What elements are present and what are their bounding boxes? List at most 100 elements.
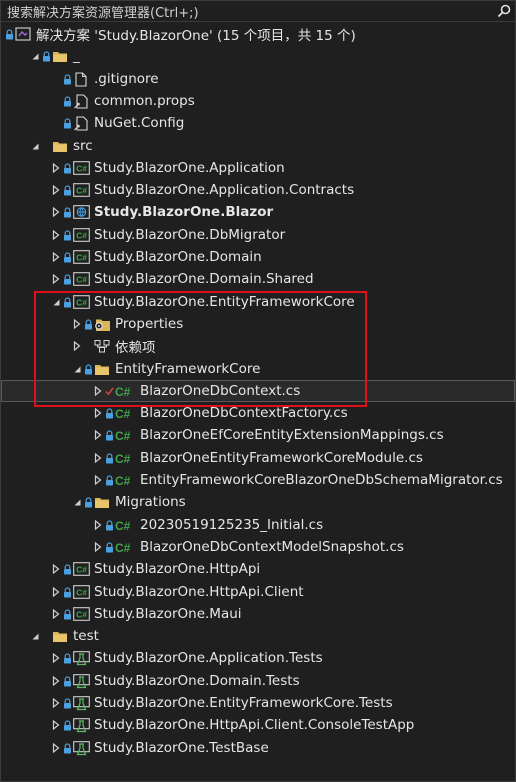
tree-item-label: Study.BlazorOne.Domain.Shared bbox=[94, 271, 314, 287]
tree-item[interactable]: Study.BlazorOne.Blazor bbox=[1, 201, 515, 223]
tree-item[interactable]: C# BlazorOneDbContext.cs bbox=[1, 380, 515, 402]
tree-item-label: Study.BlazorOne.EntityFrameworkCore bbox=[94, 294, 355, 310]
collapsed-chevron-icon[interactable] bbox=[91, 536, 105, 558]
tree-item[interactable]: C# BlazorOneDbContextModelSnapshot.cs bbox=[1, 536, 515, 558]
expanded-chevron-icon[interactable] bbox=[70, 491, 84, 513]
lock-icon bbox=[63, 273, 72, 285]
csharp-project-icon: C# bbox=[72, 558, 90, 580]
tree-item-label: Study.BlazorOne.EntityFrameworkCore.Test… bbox=[94, 695, 393, 711]
expanded-chevron-icon[interactable] bbox=[49, 291, 63, 313]
tree-item[interactable]: C# Study.BlazorOne.Domain.Shared bbox=[1, 268, 515, 290]
expanded-chevron-icon[interactable] bbox=[28, 625, 42, 647]
test-project-icon bbox=[72, 647, 90, 669]
tree-item[interactable]: C# Study.BlazorOne.Maui bbox=[1, 603, 515, 625]
tree-item-label: Study.BlazorOne.Application.Tests bbox=[94, 650, 323, 666]
lock-icon bbox=[63, 117, 72, 129]
tree-item[interactable]: C# BlazorOneEfCoreEntityExtensionMappings… bbox=[1, 424, 515, 446]
tree-item[interactable]: C# Study.BlazorOne.DbMigrator bbox=[1, 224, 515, 246]
lock-icon bbox=[105, 541, 114, 553]
expanded-chevron-icon[interactable] bbox=[28, 135, 42, 157]
tree-item[interactable]: C# Study.BlazorOne.HttpApi.Client bbox=[1, 581, 515, 603]
tree-item[interactable]: C# Study.BlazorOne.Domain bbox=[1, 246, 515, 268]
tree-item[interactable]: Study.BlazorOne.Domain.Tests bbox=[1, 670, 515, 692]
tree-item[interactable]: Study.BlazorOne.EntityFrameworkCore.Test… bbox=[1, 692, 515, 714]
tree-item[interactable]: common.props bbox=[1, 90, 515, 112]
tree-item[interactable]: C# BlazorOneDbContextFactory.cs bbox=[1, 402, 515, 424]
tree-item[interactable]: C# BlazorOneEntityFrameworkCoreModule.cs bbox=[1, 447, 515, 469]
tree-folder-node[interactable]: _ bbox=[1, 45, 515, 67]
tree-item[interactable]: C# Study.BlazorOne.Application bbox=[1, 157, 515, 179]
collapsed-chevron-icon[interactable] bbox=[91, 402, 105, 424]
tree-item[interactable]: C# Study.BlazorOne.EntityFrameworkCore bbox=[1, 291, 515, 313]
tree-item[interactable]: .gitignore bbox=[1, 68, 515, 90]
tree-item-label: _ bbox=[73, 48, 80, 64]
collapsed-chevron-icon[interactable] bbox=[49, 714, 63, 736]
solution-icon bbox=[14, 23, 32, 45]
tree-item-label: 20230519125235_Initial.cs bbox=[140, 517, 324, 533]
tree-item-label: BlazorOneEntityFrameworkCoreModule.cs bbox=[140, 450, 423, 466]
tree-item[interactable]: Study.BlazorOne.TestBase bbox=[1, 737, 515, 759]
csharp-project-icon: C# bbox=[72, 581, 90, 603]
collapsed-chevron-icon[interactable] bbox=[49, 692, 63, 714]
svg-text:C#: C# bbox=[76, 252, 87, 262]
collapsed-chevron-icon[interactable] bbox=[91, 447, 105, 469]
tree-item-label: Study.BlazorOne.Application bbox=[94, 160, 285, 176]
tree-item[interactable]: C# Study.BlazorOne.Application.Contracts bbox=[1, 179, 515, 201]
tree-item-label: 依赖项 bbox=[115, 340, 156, 356]
csharp-project-icon: C# bbox=[72, 157, 90, 179]
svg-text:C#: C# bbox=[76, 274, 87, 284]
tree-item[interactable]: Study.BlazorOne.Application.Tests bbox=[1, 647, 515, 669]
tree-folder-node[interactable]: src bbox=[1, 135, 515, 157]
solution-label: 解决方案 'Study.BlazorOne' (15 个项目，共 15 个) bbox=[36, 28, 356, 44]
expanded-chevron-icon[interactable] bbox=[70, 358, 84, 380]
svg-text:C#: C# bbox=[115, 519, 131, 532]
collapsed-chevron-icon[interactable] bbox=[49, 670, 63, 692]
tree-folder-node[interactable]: Migrations bbox=[1, 491, 515, 513]
collapsed-chevron-icon[interactable] bbox=[49, 201, 63, 223]
collapsed-chevron-icon[interactable] bbox=[70, 335, 84, 357]
collapsed-chevron-icon[interactable] bbox=[91, 469, 105, 491]
search-input[interactable]: 搜索解决方案资源管理器(Ctrl+;) bbox=[1, 2, 493, 21]
collapsed-chevron-icon[interactable] bbox=[70, 313, 84, 335]
collapsed-chevron-icon[interactable] bbox=[49, 558, 63, 580]
solution-node[interactable]: 解决方案 'Study.BlazorOne' (15 个项目，共 15 个) bbox=[1, 23, 515, 45]
lock-icon bbox=[84, 496, 93, 508]
collapsed-chevron-icon[interactable] bbox=[49, 737, 63, 759]
svg-text:C#: C# bbox=[115, 541, 131, 554]
collapsed-chevron-icon[interactable] bbox=[49, 647, 63, 669]
tree-item-label: Study.BlazorOne.Maui bbox=[94, 606, 242, 622]
tree-item[interactable]: C# EntityFrameworkCoreBlazorOneDbSchemaMi… bbox=[1, 469, 515, 491]
lock-icon bbox=[84, 363, 93, 375]
checkmark-icon bbox=[105, 386, 114, 396]
collapsed-chevron-icon[interactable] bbox=[49, 581, 63, 603]
tree-item[interactable]: Properties bbox=[1, 313, 515, 335]
tree-item-label: Study.BlazorOne.Domain.Tests bbox=[94, 673, 300, 689]
collapsed-chevron-icon[interactable] bbox=[49, 157, 63, 179]
tree-item[interactable]: C# Study.BlazorOne.HttpApi bbox=[1, 558, 515, 580]
collapsed-chevron-icon[interactable] bbox=[49, 268, 63, 290]
lock-icon bbox=[63, 608, 72, 620]
collapsed-chevron-icon[interactable] bbox=[49, 246, 63, 268]
collapsed-chevron-icon[interactable] bbox=[49, 603, 63, 625]
svg-text:C#: C# bbox=[76, 609, 87, 619]
tree-folder-node[interactable]: EntityFrameworkCore bbox=[1, 358, 515, 380]
search-bar[interactable]: 搜索解决方案资源管理器(Ctrl+;) bbox=[1, 1, 515, 22]
collapsed-chevron-icon[interactable] bbox=[91, 424, 105, 446]
tree-folder-node[interactable]: test bbox=[1, 625, 515, 647]
collapsed-chevron-icon[interactable] bbox=[49, 224, 63, 246]
collapsed-chevron-icon[interactable] bbox=[91, 380, 105, 402]
tree-item[interactable]: 依赖项 bbox=[1, 335, 515, 357]
tree-item-label: NuGet.Config bbox=[94, 115, 185, 131]
tree-item[interactable]: C# 20230519125235_Initial.cs bbox=[1, 514, 515, 536]
tree-item[interactable]: NuGet.Config bbox=[1, 112, 515, 134]
tree-item[interactable]: Study.BlazorOne.HttpApi.Client.ConsoleTe… bbox=[1, 714, 515, 736]
search-icon[interactable] bbox=[493, 1, 515, 21]
collapsed-chevron-icon[interactable] bbox=[49, 179, 63, 201]
csharp-file-icon: C# bbox=[114, 447, 136, 469]
expanded-chevron-icon[interactable] bbox=[28, 45, 42, 67]
collapsed-chevron-icon[interactable] bbox=[91, 514, 105, 536]
svg-text:C#: C# bbox=[76, 163, 87, 173]
